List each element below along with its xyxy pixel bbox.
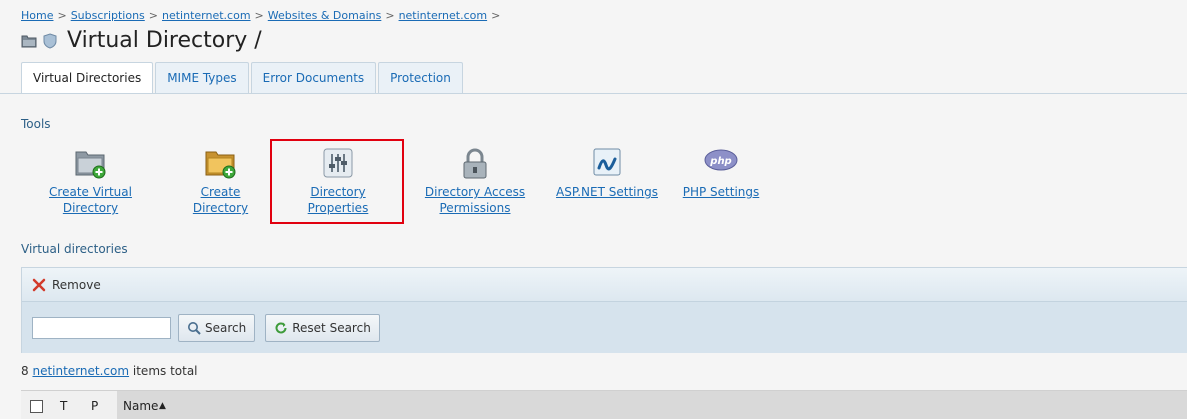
column-p[interactable]: P — [91, 399, 98, 413]
tool-directory-access-permissions[interactable]: Directory Access Permissions — [422, 148, 528, 216]
breadcrumb-websites-domains[interactable]: Websites & Domains — [268, 9, 382, 22]
select-all-checkbox[interactable] — [30, 400, 43, 413]
tab-bar: Virtual Directories MIME Types Error Doc… — [21, 62, 465, 94]
tab-error-documents[interactable]: Error Documents — [250, 62, 377, 93]
page-title: Virtual Directory / — [67, 28, 262, 53]
table-header: T P Name ▲ — [21, 390, 1187, 419]
tool-label[interactable]: Create Directory — [172, 184, 269, 216]
tool-label-line1[interactable]: Directory Access — [422, 184, 528, 200]
items-total: 8 netinternet.com items total — [21, 364, 198, 378]
tool-label[interactable]: ASP.NET Settings — [556, 184, 658, 200]
column-name[interactable]: Name ▲ — [117, 391, 1187, 419]
items-domain-link[interactable]: netinternet.com — [32, 364, 129, 378]
breadcrumb-separator: > — [57, 9, 67, 22]
list-toolbar: Remove — [22, 268, 1187, 302]
remove-icon — [32, 278, 46, 291]
breadcrumb-home[interactable]: Home — [21, 9, 53, 22]
tool-aspnet-settings[interactable]: ASP.NET Settings — [556, 148, 658, 200]
lock-icon — [463, 148, 487, 179]
svg-text:php: php — [709, 156, 731, 167]
breadcrumb-separator: > — [491, 9, 501, 22]
tab-virtual-directories[interactable]: Virtual Directories — [21, 62, 154, 94]
tool-php-settings[interactable]: php PHP Settings — [681, 148, 761, 200]
page-header: Virtual Directory / — [21, 28, 262, 53]
breadcrumb-separator: > — [254, 9, 264, 22]
sort-ascending-icon: ▲ — [159, 401, 166, 411]
tool-create-directory[interactable]: Create Directory — [172, 148, 269, 216]
reset-search-label: Reset Search — [292, 320, 371, 335]
highlight-box — [270, 139, 404, 224]
breadcrumb-separator: > — [148, 9, 158, 22]
reset-search-button[interactable]: Reset Search — [265, 313, 380, 342]
search-icon — [188, 321, 201, 335]
breadcrumb-separator: > — [385, 9, 395, 22]
tab-mime-types[interactable]: MIME Types — [155, 62, 249, 93]
tool-label[interactable]: PHP Settings — [681, 184, 761, 200]
remove-button[interactable]: Remove — [32, 278, 101, 292]
php-icon: php — [704, 149, 738, 171]
search-button-label: Search — [205, 320, 247, 335]
search-button[interactable]: Search — [178, 313, 256, 342]
list-panel: Remove Search Reset Search — [21, 267, 1187, 353]
tab-divider — [0, 93, 1187, 94]
search-bar: Search Reset Search — [22, 302, 1187, 353]
breadcrumb-domain[interactable]: netinternet.com — [399, 9, 488, 22]
items-total-suffix: items total — [132, 364, 198, 378]
column-t[interactable]: T — [60, 399, 67, 413]
aspnet-icon — [593, 148, 621, 176]
breadcrumb: Home > Subscriptions > netinternet.com > Websi… — [21, 9, 504, 22]
tool-create-virtual-directory[interactable]: Create Virtual Directory — [21, 148, 160, 216]
breadcrumb-subscription[interactable]: netinternet.com — [162, 9, 251, 22]
tools-heading: Tools — [21, 117, 51, 131]
folder-add-icon — [205, 151, 235, 179]
search-input[interactable] — [32, 316, 171, 339]
remove-label: Remove — [52, 277, 101, 292]
shield-icon — [42, 32, 58, 49]
refresh-icon — [275, 321, 287, 333]
folder-add-icon — [75, 151, 105, 179]
virtual-directories-heading: Virtual directories — [21, 242, 128, 256]
items-count: 8 — [21, 364, 29, 378]
tab-protection[interactable]: Protection — [378, 62, 463, 93]
breadcrumb-subscriptions[interactable]: Subscriptions — [71, 9, 145, 22]
folder-icon — [21, 33, 37, 49]
tool-label[interactable]: Create Virtual Directory — [21, 184, 160, 216]
column-name-label: Name — [123, 399, 159, 413]
tool-label-line2[interactable]: Permissions — [422, 200, 528, 216]
